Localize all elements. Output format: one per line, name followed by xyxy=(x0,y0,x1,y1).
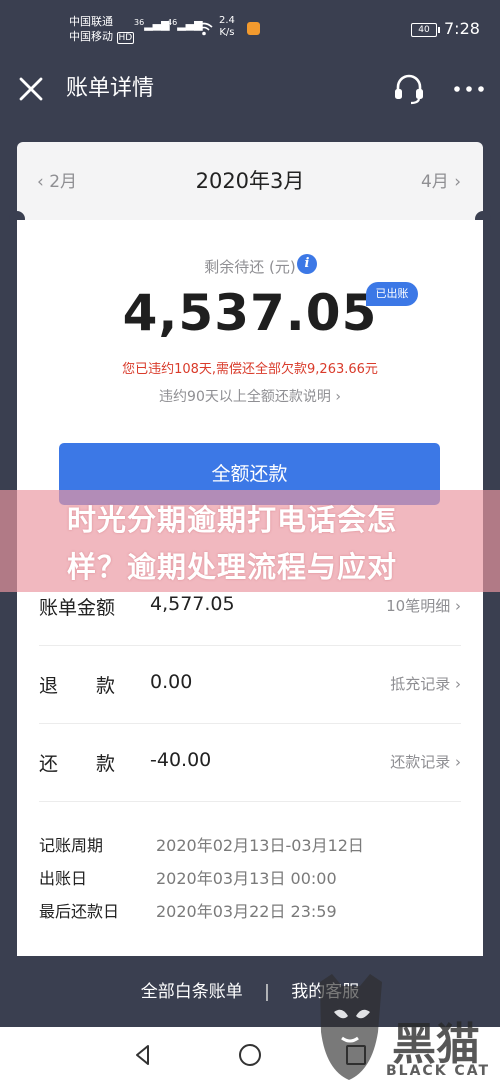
carrier-1: 中国联通 xyxy=(69,15,113,28)
watermark-text: 样？逾期处理流程与应对 xyxy=(67,550,398,584)
due-date-label: 最后还款日 xyxy=(39,902,120,921)
current-month: 2020年3月 xyxy=(195,169,305,193)
month-selector: ‹ 2月 2020年3月 4月 › xyxy=(17,142,483,220)
statement-date-label: 出账日 xyxy=(39,869,88,888)
divider xyxy=(39,723,461,724)
refund-row[interactable]: 退款 0.00 抵充记录 › xyxy=(17,647,483,724)
overdue-explain-link[interactable]: 违约90天以上全额还款说明 › xyxy=(17,386,483,406)
signal-icon-1: 36▂▄▆ xyxy=(134,18,170,31)
chevron-right-icon: › xyxy=(335,389,341,405)
footer-separator: | xyxy=(264,982,270,1002)
row-label: 退款 xyxy=(39,675,116,697)
billing-period-value: 2020年02月13日-03月12日 xyxy=(156,836,364,855)
headset-icon[interactable] xyxy=(392,72,426,106)
notification-app-icon xyxy=(247,22,260,35)
row-label: 还款 xyxy=(39,753,116,775)
divider xyxy=(39,645,461,646)
chevron-right-icon: › xyxy=(454,172,461,192)
row-value: 0.00 xyxy=(150,671,193,693)
battery-icon: 40 xyxy=(411,23,440,37)
statement-date-value: 2020年03月13日 00:00 xyxy=(156,869,337,888)
close-icon[interactable] xyxy=(16,74,46,104)
row-label: 账单金额 xyxy=(39,597,116,619)
watermark-text: 时光分期逾期打电话会怎 xyxy=(67,503,398,537)
black-cat-logo-icon xyxy=(320,974,382,1080)
billing-period-label: 记账周期 xyxy=(39,836,104,855)
carrier-2: 中国移动 HD xyxy=(69,30,135,44)
row-value: -40.00 xyxy=(150,749,212,771)
chevron-right-icon: › xyxy=(455,675,461,693)
due-date-value: 2020年03月22日 23:59 xyxy=(156,902,337,921)
overdue-message: 您已违约108天,需偿还全部欠款9,263.66元 xyxy=(122,362,378,377)
hd-badge: HD xyxy=(116,32,135,44)
nav-bar: 账单详情 xyxy=(0,58,500,120)
remaining-label: 剩余待还 (元) xyxy=(204,258,296,276)
all-bills-link[interactable]: 全部白条账单 xyxy=(141,977,243,1002)
carrier-info: 中国联通 中国移动 HD xyxy=(69,14,135,46)
row-value: 4,577.05 xyxy=(150,593,235,615)
row-link[interactable]: 10笔明细 › xyxy=(386,595,461,616)
more-icon[interactable] xyxy=(452,80,486,98)
next-month-button[interactable]: 4月 › xyxy=(421,167,461,192)
footer-links: 全部白条账单 | 我的客服 xyxy=(0,977,500,1002)
status-bar: 中国联通 中国移动 HD 36▂▄▆ 46▂▄▆ 2.4 K/s 40 7:28 xyxy=(0,0,500,58)
repayment-row[interactable]: 还款 -40.00 还款记录 › xyxy=(17,725,483,802)
chevron-right-icon: › xyxy=(455,597,461,615)
info-icon[interactable]: i xyxy=(297,254,317,274)
divider xyxy=(39,801,461,802)
page-title: 账单详情 xyxy=(66,76,155,101)
back-icon[interactable] xyxy=(130,1042,156,1068)
clock: 7:28 xyxy=(444,19,480,38)
row-link[interactable]: 抵充记录 › xyxy=(390,673,461,694)
status-badge: 已出账 xyxy=(366,282,418,306)
logo-subtext: BLACK CAT xyxy=(386,1063,490,1079)
network-speed: 2.4 K/s xyxy=(219,15,235,38)
chevron-right-icon: › xyxy=(455,753,461,771)
home-icon[interactable] xyxy=(237,1042,263,1068)
wifi-icon xyxy=(195,22,213,36)
row-link[interactable]: 还款记录 › xyxy=(390,751,461,772)
